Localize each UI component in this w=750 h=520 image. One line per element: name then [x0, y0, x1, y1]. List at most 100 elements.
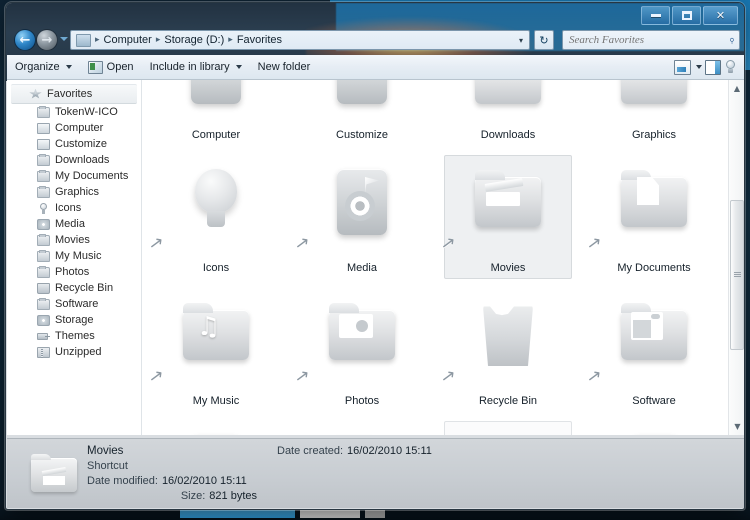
address-bar[interactable]: ▸ Computer ▸ Storage (D:) ▸ Favorites ▾ [70, 30, 530, 50]
downloads-shortcut-icon [469, 80, 547, 108]
view-chevron-down-icon[interactable] [696, 65, 702, 69]
item-label: Graphics [631, 129, 677, 141]
breadcrumb-separator[interactable]: ▸ [154, 35, 163, 45]
include-in-library-button[interactable]: Include in library [142, 57, 250, 78]
theme-shortcut-icon [323, 429, 401, 435]
list-item[interactable]: Unzipped [435, 417, 581, 435]
vertical-scrollbar[interactable]: ▲ ▼ [728, 80, 744, 435]
refresh-button[interactable]: ↻ [534, 30, 554, 50]
sidebar-item-my-documents[interactable]: My Documents [7, 168, 141, 184]
document-folder-shortcut-icon [615, 163, 693, 241]
organize-label: Organize [15, 61, 60, 73]
sidebar-item-label: Themes [55, 330, 95, 342]
recyclebin-shortcut-icon [469, 296, 547, 374]
list-item[interactable]: ↗ Photos [289, 284, 435, 417]
sidebar-item-media[interactable]: Media [7, 216, 141, 232]
list-item[interactable]: ↗ Movies [435, 151, 581, 284]
organize-button[interactable]: Organize [7, 57, 80, 78]
sidebar-item-label: Media [55, 218, 85, 230]
maximize-button[interactable] [672, 6, 701, 25]
scroll-up-button[interactable]: ▲ [729, 80, 744, 97]
breadcrumb-separator[interactable]: ▸ [226, 35, 235, 45]
new-folder-button[interactable]: New folder [250, 57, 319, 78]
sidebar-item-icons[interactable]: Icons [7, 200, 141, 216]
sidebar-item-customize[interactable]: Customize [7, 136, 141, 152]
refresh-icon: ↻ [539, 33, 549, 47]
folder-icon [37, 185, 50, 198]
list-item[interactable]: ♫ ↗ My Music [143, 284, 289, 417]
star-icon [29, 88, 42, 99]
sidebar-item-label: Recycle Bin [55, 282, 114, 294]
sidebar-item-label: My Music [55, 250, 102, 262]
sidebar-item-photos[interactable]: Photos [7, 264, 141, 280]
folder-icon [37, 297, 50, 310]
chevron-down-icon [65, 65, 72, 69]
folder-icon [37, 249, 50, 262]
search-input[interactable] [567, 33, 729, 47]
computer-shortcut-icon [177, 80, 255, 108]
search-box[interactable]: ⌕ [562, 30, 740, 50]
sidebar-item-my-music[interactable]: My Music [7, 248, 141, 264]
help-icon[interactable] [724, 60, 737, 74]
list-item[interactable]: Computer [143, 80, 289, 151]
list-item[interactable]: Graphics [581, 80, 727, 151]
sidebar-item-movies[interactable]: Movies [7, 232, 141, 248]
scroll-down-button[interactable]: ▼ [729, 418, 744, 435]
breadcrumb-item-computer[interactable]: Computer [102, 34, 154, 46]
details-pane: Movies Shortcut Date modified: 16/02/201… [7, 438, 744, 508]
list-item[interactable]: Customize [289, 80, 435, 151]
shortcut-arrow-icon: ↗ [293, 232, 311, 255]
folder-icon [37, 265, 50, 278]
details-date-modified-row: Date modified: 16/02/2010 15:11 [87, 474, 257, 489]
sidebar-item-tokenw-ico[interactable]: TokenW-ICO [7, 104, 141, 120]
sidebar-item-software[interactable]: Software [7, 296, 141, 312]
details-size-label: Size: [180, 489, 206, 502]
sidebar-item-graphics[interactable]: Graphics [7, 184, 141, 200]
minimize-button[interactable] [641, 6, 670, 25]
list-item[interactable]: ↗ My Documents [581, 151, 727, 284]
scrollbar-thumb[interactable] [730, 200, 744, 350]
back-button[interactable]: ← [14, 29, 36, 51]
list-item[interactable]: ↗ Media [289, 151, 435, 284]
open-button[interactable]: Open [80, 57, 142, 78]
zip-shortcut-icon [615, 429, 693, 435]
zip-icon [37, 346, 50, 358]
details-secondary-column: Date created: 16/02/2010 15:11 [257, 444, 432, 504]
shortcut-arrow-icon: ↗ [147, 232, 165, 255]
file-list-view[interactable]: Computer Customize Downloads Graphics ↗ … [143, 80, 744, 435]
sidebar-item-unzipped[interactable]: Unzipped [7, 344, 141, 360]
title-bar[interactable]: ✕ [6, 3, 744, 27]
breadcrumb-item-favorites[interactable]: Favorites [235, 34, 284, 46]
forward-button[interactable]: → [36, 29, 58, 51]
sidebar-item-computer[interactable]: Computer [7, 120, 141, 136]
sidebar-item-downloads[interactable]: Downloads [7, 152, 141, 168]
sidebar-item-themes[interactable]: Themes [7, 328, 141, 344]
clapper-folder-icon [31, 453, 77, 494]
sidebar-item-recycle-bin[interactable]: Recycle Bin [7, 280, 141, 296]
recent-pages-chevron-down-icon[interactable] [60, 37, 68, 41]
breadcrumb-item-storage[interactable]: Storage (D:) [162, 34, 226, 46]
list-item[interactable]: Storage [143, 417, 289, 435]
list-item[interactable]: ↗ Software [581, 284, 727, 417]
address-chevron-down-icon[interactable]: ▾ [519, 36, 527, 45]
navigation-pane[interactable]: Favorites TokenW-ICO Computer Customize … [7, 80, 142, 435]
list-item[interactable]: ↗ Recycle Bin [435, 284, 581, 417]
close-icon: ✕ [715, 9, 726, 22]
preview-pane-icon[interactable] [705, 59, 721, 75]
sidebar-item-favorites[interactable]: Favorites [11, 84, 137, 104]
details-size-value: 821 bytes [209, 489, 257, 502]
details-primary-column: Movies Shortcut Date modified: 16/02/201… [87, 444, 257, 504]
close-button[interactable]: ✕ [703, 6, 738, 25]
list-item[interactable]: ↗ Icons [143, 151, 289, 284]
item-label: Software [632, 395, 676, 407]
list-item[interactable]: Themes [289, 417, 435, 435]
sidebar-item-label: TokenW-ICO [55, 106, 118, 118]
bin-icon [37, 282, 50, 294]
back-icon: ← [19, 32, 31, 48]
sidebar-item-storage[interactable]: Storage [7, 312, 141, 328]
list-item[interactable]: Downloads [435, 80, 581, 151]
change-view-icon[interactable] [674, 59, 691, 75]
help-bulb-glass [726, 60, 735, 69]
breadcrumb-separator[interactable]: ▸ [93, 35, 102, 45]
list-item[interactable]: Zipped [581, 417, 727, 435]
